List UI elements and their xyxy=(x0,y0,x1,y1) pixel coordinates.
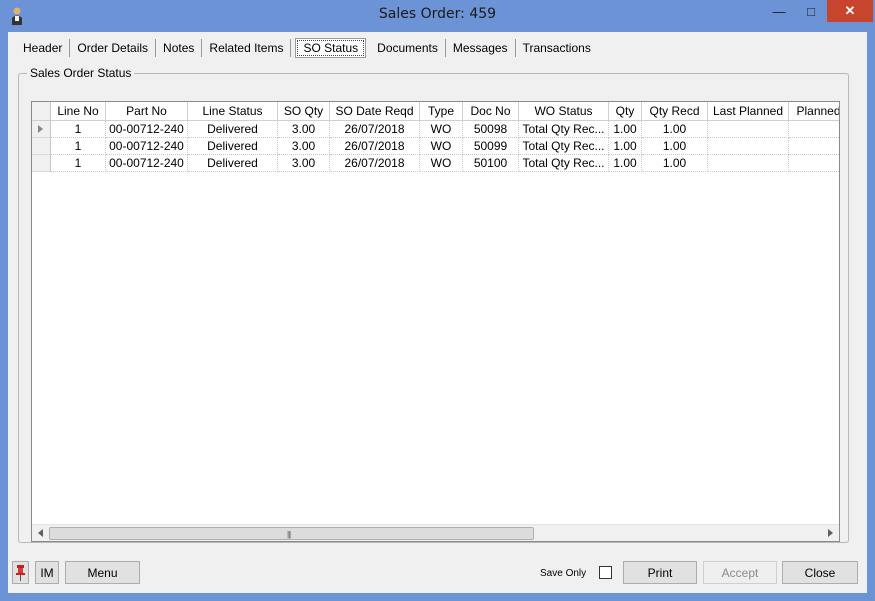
col-wo-status[interactable]: WO Status xyxy=(519,102,609,121)
tab-related-items[interactable]: Related Items xyxy=(202,39,292,57)
cell-so-date-reqd[interactable]: 26/07/2018 xyxy=(330,155,420,172)
cell-wo-status[interactable]: Total Qty Rec... xyxy=(519,155,609,172)
current-row-icon xyxy=(38,125,43,133)
cell-doc-no[interactable]: 50098 xyxy=(463,121,519,138)
tab-strip: Header Order Details Notes Related Items… xyxy=(16,37,598,59)
row-selector[interactable] xyxy=(32,138,51,155)
cell-qty[interactable]: 1.00 xyxy=(609,155,642,172)
cell-planned[interactable] xyxy=(789,138,839,155)
col-line-no[interactable]: Line No xyxy=(51,102,106,121)
grid-header: Line No Part No Line Status SO Qty SO Da… xyxy=(32,102,839,121)
window-title: Sales Order: 459 xyxy=(378,6,497,22)
cell-so-date-reqd[interactable]: 26/07/2018 xyxy=(330,121,420,138)
accept-button[interactable]: Accept xyxy=(703,561,777,584)
col-qty-recd[interactable]: Qty Recd xyxy=(642,102,708,121)
col-so-qty[interactable]: SO Qty xyxy=(278,102,330,121)
minimize-button[interactable]: — xyxy=(763,0,795,22)
cell-line-no[interactable]: 1 xyxy=(51,138,106,155)
cell-type[interactable]: WO xyxy=(420,155,463,172)
cell-qty-recd[interactable]: 1.00 xyxy=(642,155,708,172)
cell-last-planned[interactable] xyxy=(708,121,789,138)
cell-doc-no[interactable]: 50100 xyxy=(463,155,519,172)
col-qty[interactable]: Qty xyxy=(609,102,642,121)
scroll-right-icon[interactable] xyxy=(828,529,833,537)
cell-wo-status[interactable]: Total Qty Rec... xyxy=(519,121,609,138)
grip-icon: ||| xyxy=(287,530,291,539)
cell-type[interactable]: WO xyxy=(420,138,463,155)
cell-last-planned[interactable] xyxy=(708,155,789,172)
cell-qty-recd[interactable]: 1.00 xyxy=(642,121,708,138)
title-bar: Sales Order: 459 — □ ✕ xyxy=(0,0,875,32)
grid-body: 1 00-00712-240 Delivered 3.00 26/07/2018… xyxy=(32,121,839,172)
col-doc-no[interactable]: Doc No xyxy=(463,102,519,121)
im-button[interactable]: IM xyxy=(35,561,59,584)
cell-type[interactable]: WO xyxy=(420,121,463,138)
tab-messages[interactable]: Messages xyxy=(446,39,516,57)
cell-part-no[interactable]: 00-00712-240 xyxy=(106,121,188,138)
sales-order-status-group: Sales Order Status Line No Part No Line … xyxy=(18,66,849,543)
cell-planned[interactable] xyxy=(789,155,839,172)
scroll-left-icon[interactable] xyxy=(38,529,43,537)
tab-notes[interactable]: Notes xyxy=(156,39,203,57)
cell-qty[interactable]: 1.00 xyxy=(609,121,642,138)
cell-so-qty[interactable]: 3.00 xyxy=(278,138,330,155)
col-line-status[interactable]: Line Status xyxy=(188,102,278,121)
save-only-label: Save Only xyxy=(540,568,587,579)
cell-planned[interactable] xyxy=(789,121,839,138)
cell-so-qty[interactable]: 3.00 xyxy=(278,155,330,172)
cell-wo-status[interactable]: Total Qty Rec... xyxy=(519,138,609,155)
row-selector[interactable] xyxy=(32,121,51,138)
cell-so-date-reqd[interactable]: 26/07/2018 xyxy=(330,138,420,155)
cell-line-no[interactable]: 1 xyxy=(51,121,106,138)
tab-so-status[interactable]: SO Status xyxy=(295,38,367,58)
sales-order-window: Sales Order: 459 — □ ✕ Header Order Deta… xyxy=(0,0,875,601)
cell-last-planned[interactable] xyxy=(708,138,789,155)
cell-doc-no[interactable]: 50099 xyxy=(463,138,519,155)
tab-header[interactable]: Header xyxy=(16,39,71,57)
cell-line-status[interactable]: Delivered xyxy=(188,155,278,172)
close-button[interactable]: Close xyxy=(782,561,858,584)
cell-line-no[interactable]: 1 xyxy=(51,155,106,172)
col-so-date-reqd[interactable]: SO Date Reqd xyxy=(330,102,420,121)
col-part-no[interactable]: Part No xyxy=(106,102,188,121)
save-only-checkbox[interactable] xyxy=(599,566,612,579)
menu-button[interactable]: Menu xyxy=(65,561,140,584)
pin-icon xyxy=(16,565,25,581)
cell-line-status[interactable]: Delivered xyxy=(188,121,278,138)
print-button[interactable]: Print xyxy=(623,561,697,584)
cell-part-no[interactable]: 00-00712-240 xyxy=(106,138,188,155)
col-type[interactable]: Type xyxy=(420,102,463,121)
cell-part-no[interactable]: 00-00712-240 xyxy=(106,155,188,172)
group-title: Sales Order Status xyxy=(27,66,135,80)
table-row[interactable]: 1 00-00712-240 Delivered 3.00 26/07/2018… xyxy=(32,121,839,138)
table-row[interactable]: 1 00-00712-240 Delivered 3.00 26/07/2018… xyxy=(32,138,839,155)
table-row[interactable]: 1 00-00712-240 Delivered 3.00 26/07/2018… xyxy=(32,155,839,172)
tab-documents[interactable]: Documents xyxy=(370,39,446,57)
tab-transactions[interactable]: Transactions xyxy=(516,39,598,57)
pin-button[interactable] xyxy=(12,561,29,584)
row-selector[interactable] xyxy=(32,155,51,172)
row-header-corner xyxy=(32,102,51,121)
close-window-button[interactable]: ✕ xyxy=(827,0,873,22)
cell-qty-recd[interactable]: 1.00 xyxy=(642,138,708,155)
cell-qty[interactable]: 1.00 xyxy=(609,138,642,155)
horizontal-scrollbar[interactable]: ||| xyxy=(32,524,839,541)
cell-so-qty[interactable]: 3.00 xyxy=(278,121,330,138)
client-area: Header Order Details Notes Related Items… xyxy=(8,32,867,593)
status-grid[interactable]: Line No Part No Line Status SO Qty SO Da… xyxy=(31,101,840,542)
bottom-bar: IM Menu Save Only Print Accept Close xyxy=(8,554,867,593)
scroll-thumb[interactable]: ||| xyxy=(49,527,534,540)
cell-line-status[interactable]: Delivered xyxy=(188,138,278,155)
so-status-panel: Sales Order Status Line No Part No Line … xyxy=(11,60,864,551)
col-planned[interactable]: Planned xyxy=(789,102,839,121)
tab-order-details[interactable]: Order Details xyxy=(70,39,157,57)
maximize-button[interactable]: □ xyxy=(795,0,827,22)
col-last-planned[interactable]: Last Planned xyxy=(708,102,789,121)
